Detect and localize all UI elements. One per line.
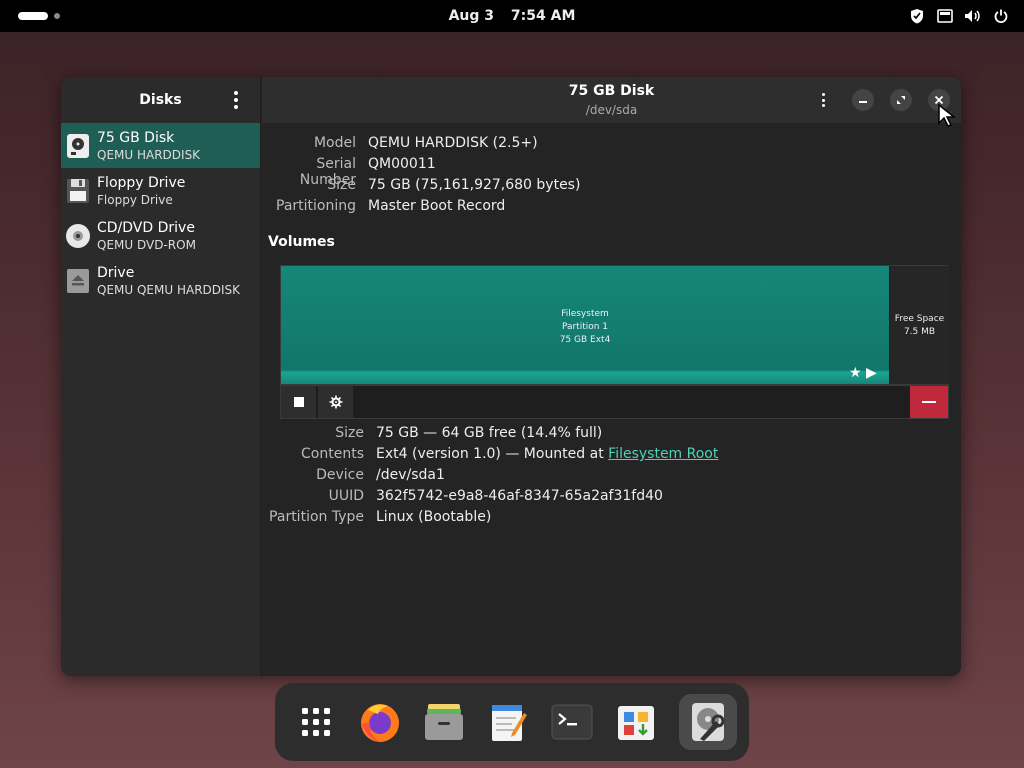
device-model: QEMU DVD-ROM [97,237,196,252]
device-name: Drive [97,264,135,281]
mount-point-link[interactable]: Filesystem Root [608,446,718,462]
minimize-button[interactable] [852,89,874,111]
software-icon [618,706,654,740]
shield-icon[interactable] [908,7,926,25]
dock-files[interactable] [415,694,473,750]
clock-time: 7:54 AM [510,8,576,24]
maximize-button[interactable] [890,89,912,111]
disks-window: Disks 75 GB Disk QEMU HARDDISK Floppy Dr… [61,77,961,676]
harddisk-icon [65,133,91,159]
size-value: 75 GB (75,161,927,680 bytes) [368,177,581,193]
sidebar-item-drive[interactable]: Drive QEMU QEMU HARDDISK [61,258,260,303]
sidebar: Disks 75 GB Disk QEMU HARDDISK Floppy Dr… [61,77,261,676]
volumes-heading: Volumes [268,234,335,250]
dock-software[interactable] [607,694,665,750]
volume-toolbar [280,385,949,419]
sidebar-item-cd-dvd-drive[interactable]: CD/DVD Drive QEMU DVD-ROM [61,213,260,258]
top-bar: Aug 3 7:54 AM [0,0,1024,32]
clock-date: Aug 3 [448,8,495,24]
free-space-block[interactable]: Free Space 7.5 MB [890,266,949,384]
dock [275,683,749,761]
unmount-button[interactable] [281,386,317,418]
property-row: Model QEMU HARDDISK (2.5+) [262,135,580,156]
sidebar-header: Disks [61,77,260,123]
volume-size-value: 75 GB — 64 GB free (14.4% full) [376,425,603,441]
drive-menu-button[interactable] [819,93,827,107]
clock[interactable]: Aug 3 7:54 AM [0,8,1024,24]
partition-settings-button[interactable] [318,386,354,418]
eject-drive-icon [65,268,91,294]
property-row: Serial Number QM00011 [299,156,436,188]
delete-partition-button[interactable] [910,386,948,418]
property-row: Contents Ext4 (version 1.0) — Mounted at… [301,446,719,462]
app-grid-icon [302,708,330,736]
dock-disks[interactable] [679,694,737,750]
app-menu-button[interactable] [230,91,242,109]
dock-app-grid[interactable] [287,694,345,750]
dock-text-editor[interactable] [479,694,537,750]
floppy-icon [65,178,91,204]
volume-properties: Size 75 GB — 64 GB free (14.4% full) Con… [262,425,718,530]
files-icon [425,704,463,740]
serial-value: QM00011 [368,156,436,172]
device-name: 75 GB Disk [97,129,175,146]
play-icon: ▶ [866,365,877,381]
property-row: UUID 362f5742-e9a8-46af-8347-65a2af31fd4… [262,488,718,509]
cdrom-icon [65,223,91,249]
text-editor-icon [492,705,527,741]
property-row: Partition Type Linux (Bootable) [262,509,718,530]
bootable-star-icon: ★ [849,365,862,381]
device-value: /dev/sda1 [376,467,445,483]
model-value: QEMU HARDDISK (2.5+) [368,135,538,151]
minimize-icon [859,101,867,103]
sidebar-item-floppy-drive[interactable]: Floppy Drive Floppy Drive [61,168,260,213]
power-icon[interactable] [992,7,1010,25]
sidebar-title: Disks [139,92,182,108]
firefox-icon [361,704,399,742]
gears-icon [329,395,342,409]
property-row: Size 75 GB (75,161,927,680 bytes) [262,177,580,198]
terminal-icon [551,704,593,740]
mouse-cursor-icon [938,103,957,127]
property-row: Size 75 GB — 64 GB free (14.4% full) [262,425,718,446]
device-model: QEMU HARDDISK [97,147,201,162]
header-bar: 75 GB Disk /dev/sda [262,77,961,123]
drive-properties: Model QEMU HARDDISK (2.5+) Serial Number… [262,135,580,219]
minus-icon [922,401,936,403]
device-model: Floppy Drive [97,192,173,207]
uuid-value: 362f5742-e9a8-46af-8347-65a2af31fd40 [376,488,663,504]
dock-firefox[interactable] [351,694,409,750]
property-row: Partitioning Master Boot Record [262,198,580,219]
dock-terminal[interactable] [543,694,601,750]
property-row: Device /dev/sda1 [262,467,718,488]
stop-icon [293,397,304,407]
partition-1-block[interactable]: Filesystem Partition 1 75 GB Ext4 ★ ▶ [281,266,889,384]
device-name: CD/DVD Drive [97,219,195,236]
disks-icon [692,703,725,741]
system-tray[interactable] [908,7,1010,25]
device-model: QEMU QEMU HARDDISK [97,282,241,297]
contents-value: Ext4 (version 1.0) — Mounted at [376,446,609,462]
partitioning-value: Master Boot Record [368,198,506,214]
partition-type-value: Linux (Bootable) [376,509,492,525]
disk-details-pane: 75 GB Disk /dev/sda Model QEMU HARDDISK … [262,77,961,676]
sidebar-item-75gb-disk[interactable]: 75 GB Disk QEMU HARDDISK [61,123,260,168]
volume-icon[interactable] [964,7,982,25]
maximize-icon [897,96,905,104]
volume-map: Filesystem Partition 1 75 GB Ext4 ★ ▶ Fr… [280,265,949,385]
network-icon[interactable] [936,7,954,25]
device-name: Floppy Drive [97,174,186,191]
